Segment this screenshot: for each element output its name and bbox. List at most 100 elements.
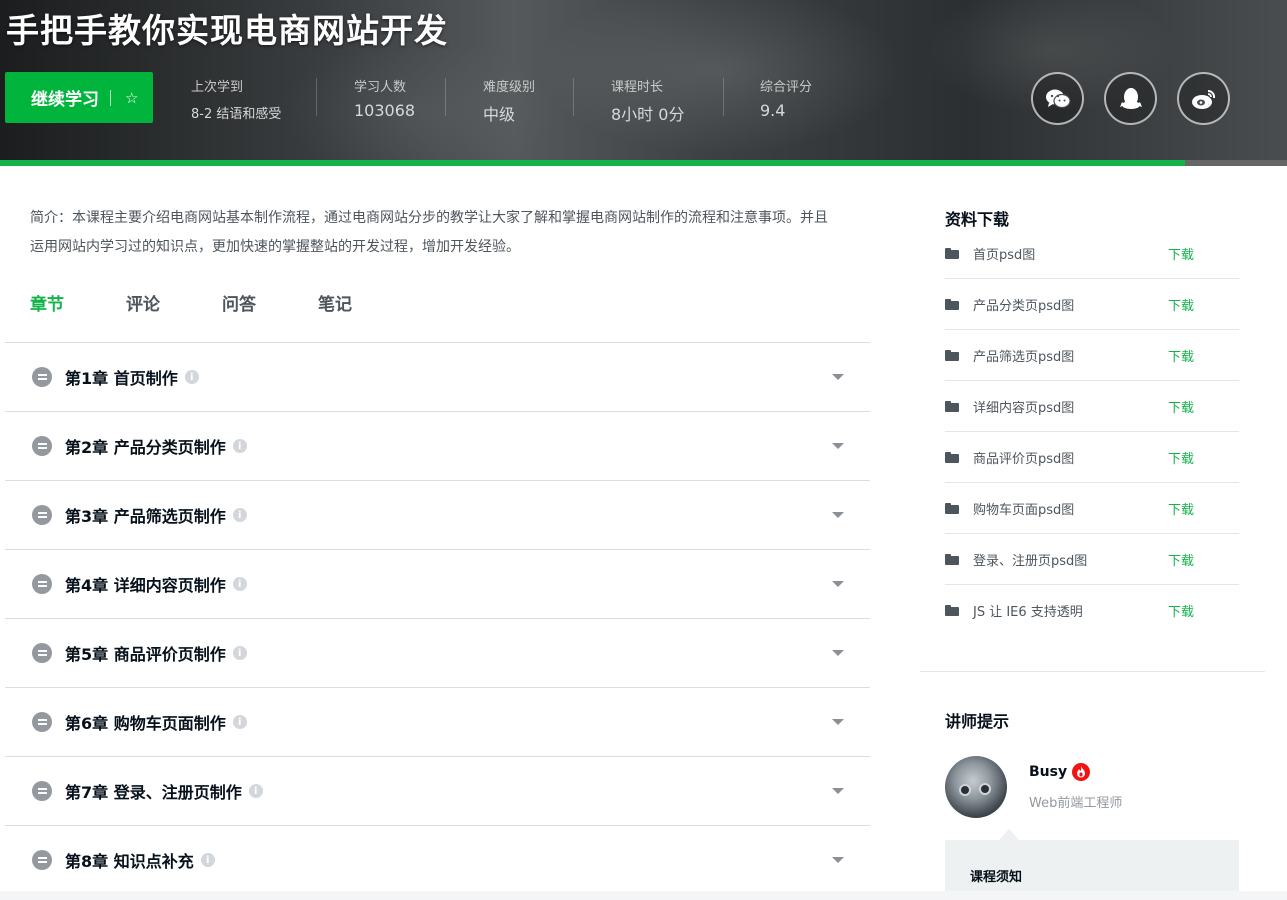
stat-duration: 课程时长 8小时 0分 [611,76,684,125]
stat-label: 综合评分 [760,80,813,95]
course-header: 手把手教你实现电商网站开发 继续学习 ☆ 上次学到 8-2 结语和感受 学习人数… [0,0,1287,166]
teacher-avatar[interactable] [945,756,1007,818]
download-item-name: 登录、注册页psd图 [973,553,1088,569]
chapter-row[interactable]: 第4章 详细内容页制作 i [5,549,870,618]
chevron-down-icon[interactable] [832,581,844,587]
chapter-title: 第5章 商品评价页制作 [65,645,226,664]
share-qq-button[interactable] [1104,72,1157,125]
chevron-down-icon[interactable] [832,788,844,794]
chapter-title: 第6章 购物车页面制作 [65,714,226,733]
stat-difficulty: 难度级别 中级 [483,76,535,125]
folder-icon [945,502,959,514]
avatar-eye [979,783,991,795]
info-icon[interactable]: i [184,370,199,384]
download-link[interactable]: 下载 [1168,499,1194,518]
folder-icon [945,451,959,463]
stat-value: 9.4 [760,101,786,120]
download-link[interactable]: 下载 [1168,601,1194,620]
chapter-row[interactable]: 第7章 登录、注册页制作 i [5,756,870,825]
chapter-collapse-icon[interactable] [32,850,52,870]
continue-learning-button[interactable]: 继续学习 ☆ [5,72,153,123]
share-wechat-button[interactable] [1031,72,1084,125]
wechat-icon [1045,89,1071,108]
folder-icon [945,400,959,412]
download-item: 首页psd图 下载 [945,228,1239,279]
chapter-row[interactable]: 第2章 产品分类页制作 i [5,411,870,480]
info-icon[interactable]: i [232,646,247,660]
folder-icon [945,298,959,310]
stat-value: 8-2 结语和感受 [191,107,282,122]
chapter-row[interactable]: 第1章 首页制作 i [5,342,870,411]
chevron-down-icon[interactable] [832,857,844,863]
tab-comments[interactable]: 评论 [126,290,160,315]
downloads-list: 首页psd图 下载 产品分类页psd图 下载 产品筛选页psd图 下载 详细内容页psd图下… [945,228,1239,636]
chapter-row[interactable]: 第8章 知识点补充 i [5,825,870,894]
page-bottom-strip [0,891,1287,900]
qq-icon [1119,87,1142,109]
teacher-name[interactable]: Busy [1029,764,1067,780]
star-icon[interactable]: ☆ [125,89,138,107]
chapter-row[interactable]: 第3章 产品筛选页制作 i [5,480,870,549]
course-title: 手把手教你实现电商网站开发 [6,11,448,50]
course-notice-title: 课程须知 [970,870,1023,885]
download-item-name: 产品分类页psd图 [973,298,1075,314]
chapter-list: 第1章 首页制作 i 第2章 产品分类页制作 i 第3章 产品筛选页制作 i 第4章 详细内… [5,342,870,894]
chevron-down-icon[interactable] [832,443,844,449]
download-item: 商品评价页psd图 下载 [945,432,1239,483]
info-icon[interactable]: i [200,853,215,867]
info-icon[interactable]: i [232,715,247,729]
download-link[interactable]: 下载 [1168,244,1194,263]
sidebar-divider [920,671,1265,672]
stat-label: 课程时长 [611,80,664,95]
chapter-row[interactable]: 第5章 商品评价页制作 i [5,618,870,687]
flame-icon [1077,766,1085,778]
info-icon[interactable]: i [232,439,247,453]
chapter-collapse-icon[interactable] [32,367,52,387]
stat-value: 8小时 0分 [611,105,685,124]
download-link[interactable]: 下载 [1168,550,1194,569]
chapter-collapse-icon[interactable] [32,643,52,663]
share-weibo-button[interactable] [1177,72,1230,125]
download-item: 产品筛选页psd图 下载 [945,330,1239,381]
info-icon[interactable]: i [232,577,247,591]
download-item: 购物车页面psd图 下载 [945,483,1239,534]
chapter-collapse-icon[interactable] [32,781,52,801]
stat-value: 103068 [354,101,416,120]
download-item: JS 让 IE6 支持透明 下载 [945,585,1239,636]
button-separator [110,89,111,106]
course-intro: 简介：本课程主要介绍电商网站基本制作流程，通过电商网站分步的教学让大家了解和掌握… [30,210,828,255]
teacher-job-title: Web前端工程师 [1029,796,1123,811]
course-progress-bar [0,160,1287,166]
chevron-down-icon[interactable] [832,512,844,518]
download-link[interactable]: 下载 [1168,397,1194,416]
chapter-collapse-icon[interactable] [32,436,52,456]
download-item-name: JS 让 IE6 支持透明 [973,605,1083,620]
download-link[interactable]: 下载 [1168,448,1194,467]
download-item-name: 首页psd图 [973,247,1036,263]
chevron-down-icon[interactable] [832,650,844,656]
notice-pointer [999,829,1019,840]
continue-learning-label: 继续学习 [31,90,99,110]
chapter-collapse-icon[interactable] [32,574,52,594]
stat-label: 学习人数 [354,80,407,95]
info-icon[interactable]: i [232,508,247,522]
chapter-row[interactable]: 第6章 购物车页面制作 i [5,687,870,756]
download-item-name: 产品筛选页psd图 [973,349,1075,365]
folder-icon [945,247,959,259]
download-link[interactable]: 下载 [1168,346,1194,365]
download-item: 详细内容页psd图 下载 [945,381,1239,432]
tab-qa[interactable]: 问答 [222,290,256,315]
chevron-down-icon[interactable] [832,374,844,380]
chevron-down-icon[interactable] [832,719,844,725]
stat-last-learned: 上次学到 8-2 结语和感受 [191,76,281,122]
stat-label: 难度级别 [483,80,536,95]
chapter-collapse-icon[interactable] [32,712,52,732]
download-link[interactable]: 下载 [1168,295,1194,314]
avatar-eye [959,784,971,796]
info-icon[interactable]: i [248,784,263,798]
folder-icon [945,605,959,616]
chapter-title: 第3章 产品筛选页制作 [65,507,226,526]
tab-chapters[interactable]: 章节 [30,290,64,315]
tab-notes[interactable]: 笔记 [318,290,352,315]
chapter-collapse-icon[interactable] [32,505,52,525]
